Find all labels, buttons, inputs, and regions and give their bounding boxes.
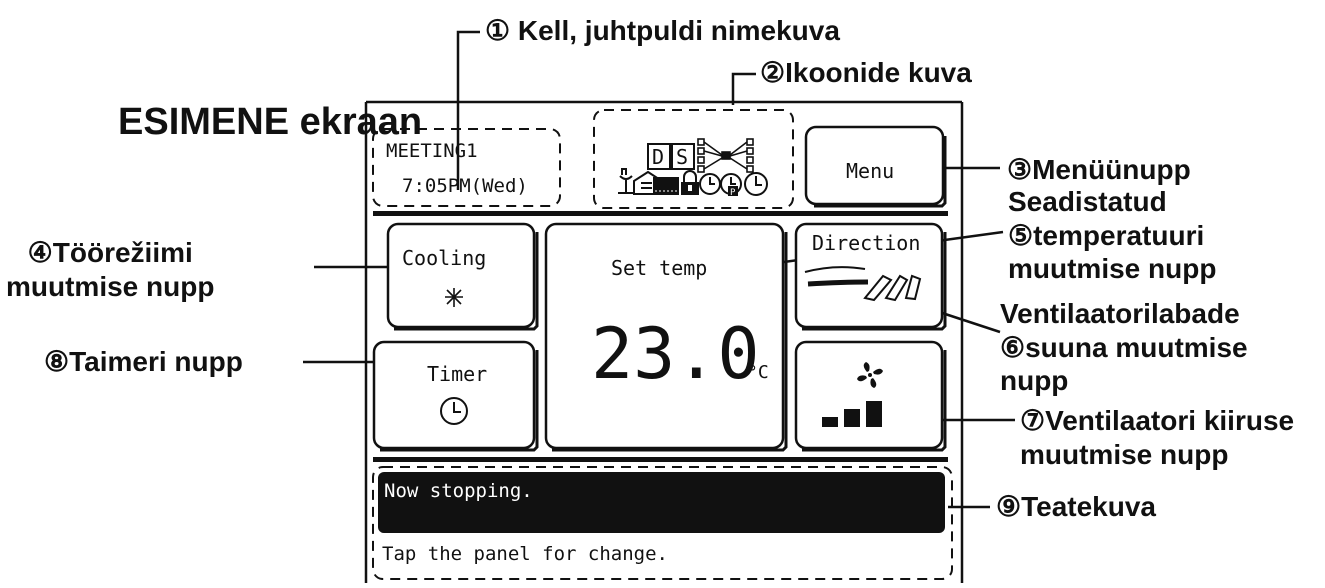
message-text: Now stopping.	[384, 480, 533, 502]
direction-button[interactable]: Direction	[794, 222, 947, 331]
timer-label: Timer	[427, 362, 487, 386]
callout-clock-name: ① Kell, juhtpuldi nimekuva	[485, 15, 840, 46]
remote-panel: MEETING1 7:05PM(Wed) D S P Menu Cooling …	[364, 100, 964, 583]
hint-text: Tap the panel for change.	[382, 543, 668, 565]
fan-speed-bar	[866, 401, 882, 427]
D-icon: D	[647, 143, 671, 170]
callout-direction-button: Ventilaatorilabade ⑥suuna muutmise nupp	[1000, 298, 1248, 397]
svg-text:D: D	[652, 145, 664, 169]
snowflake-icon	[445, 288, 463, 307]
maintenance-icon	[618, 168, 634, 194]
temperature-unit: °C	[747, 362, 769, 383]
svg-text:P: P	[730, 188, 736, 198]
mode-label: Cooling	[402, 246, 486, 270]
callout-fan-speed-button: ⑦Ventilaatori kiiruse muutmise nupp	[1020, 405, 1295, 470]
callout-icon-display: ②Ikoonide kuva	[760, 57, 972, 88]
timer-button[interactable]: Timer	[372, 340, 539, 452]
timer-on-icon	[699, 173, 721, 195]
leader-c1	[456, 30, 480, 190]
callout-timer-button: ⑧Taimeri nupp	[44, 346, 243, 377]
direction-label: Direction	[812, 231, 920, 255]
clock-icon	[744, 172, 768, 196]
clock-text: 7:05PM(Wed)	[402, 175, 528, 197]
callout-set-temp-button: Seadistatud ⑤temperatuuri muutmise nupp	[1008, 186, 1217, 285]
callout-mode-button: ④Töörežiimi muutmise nupp	[6, 237, 215, 302]
top-divider	[373, 211, 948, 216]
fan-speed-button[interactable]	[794, 340, 947, 452]
filter-icon	[653, 177, 679, 195]
menu-button[interactable]: Menu	[804, 125, 947, 208]
fan-speed-bar	[822, 417, 838, 427]
set-temp-button[interactable]: Set temp 23.0 °C	[544, 222, 788, 452]
bottom-divider	[373, 457, 948, 462]
set-temp-label: Set temp	[611, 256, 707, 280]
menu-button-label: Menu	[846, 159, 894, 183]
network-icon	[697, 138, 754, 173]
temperature-value: 23.0	[591, 313, 760, 395]
lock-icon	[681, 170, 699, 195]
leader-c2	[731, 72, 756, 105]
svg-text:S: S	[676, 145, 688, 169]
fan-speed-bar	[844, 409, 860, 427]
callout-menu-button: ③Menüünupp	[1007, 154, 1191, 186]
mode-button[interactable]: Cooling	[386, 222, 539, 331]
screen-title: ESIMENE ekraan	[118, 101, 423, 143]
timer-program-icon: P	[720, 173, 742, 198]
callout-message-display: ⑨Teatekuva	[996, 491, 1156, 522]
S-icon: S	[671, 143, 695, 170]
